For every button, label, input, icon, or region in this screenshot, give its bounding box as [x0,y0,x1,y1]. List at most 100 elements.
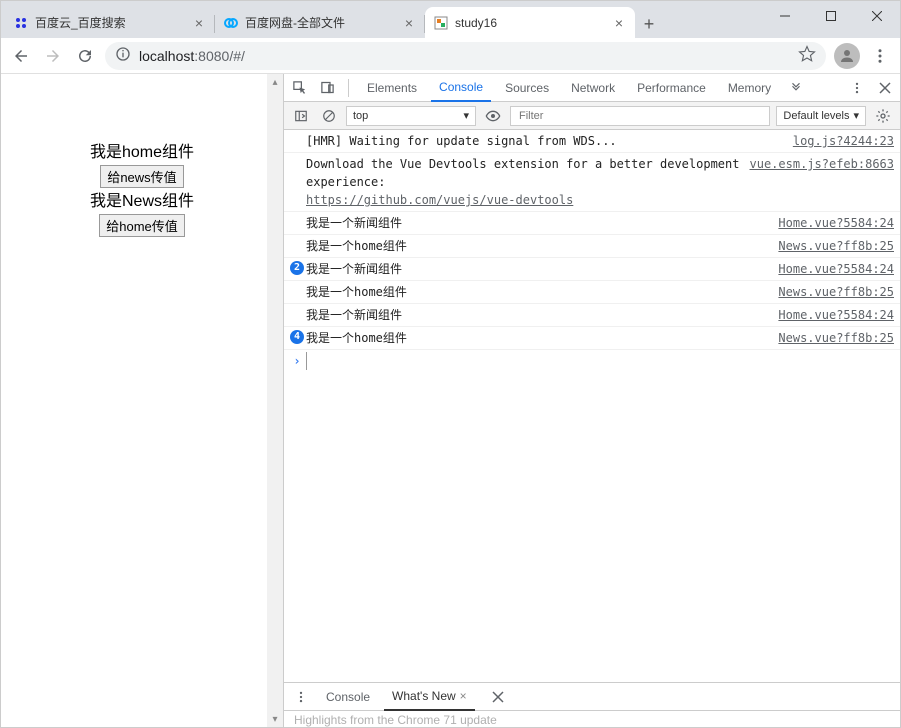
device-toolbar-icon[interactable] [316,77,338,99]
browser-tab-0[interactable]: 百度云_百度搜索 × [5,7,215,38]
filter-field[interactable] [517,109,763,123]
log-source[interactable]: vue.esm.js?efeb:8663 [740,155,895,173]
context-value: top [353,110,368,122]
devtools-panel: Elements Console Sources Network Perform… [283,74,900,727]
news-component-label: 我是News组件 [1,190,283,214]
browser-tab-1[interactable]: 百度网盘-全部文件 × [215,7,425,38]
console-filter-input[interactable] [510,106,770,126]
log-message: Download the Vue Devtools extension for … [306,155,740,209]
drawer-close-icon[interactable] [487,686,509,708]
devtools-tab-console[interactable]: Console [431,74,491,102]
send-to-news-button[interactable]: 给news传值 [100,165,183,188]
log-source[interactable]: log.js?4244:23 [783,132,894,150]
bookmark-icon[interactable] [798,45,816,66]
app-icon [433,15,449,31]
home-component-label: 我是home组件 [1,141,283,165]
console-log-row[interactable]: Download the Vue Devtools extension for … [284,153,900,212]
maximize-button[interactable] [808,1,854,31]
profile-avatar[interactable] [834,43,860,69]
console-input[interactable] [306,352,894,370]
drawer-tab-label: What's New [392,689,456,703]
tab-close-icon[interactable]: × [191,15,207,31]
console-log-row[interactable]: [HMR] Waiting for update signal from WDS… [284,130,900,153]
console-output[interactable]: [HMR] Waiting for update signal from WDS… [284,130,900,682]
context-select[interactable]: top ▾ [346,106,476,126]
drawer-menu-icon[interactable] [290,686,312,708]
console-log-row[interactable]: 2 我是一个新闻组件 Home.vue?5584:24 [284,258,900,281]
log-source[interactable]: News.vue?ff8b:25 [768,237,894,255]
send-to-home-button[interactable]: 给home传值 [99,214,185,237]
log-message: 我是一个新闻组件 [306,260,768,278]
console-log-row[interactable]: 我是一个home组件 News.vue?ff8b:25 [284,235,900,258]
console-prompt[interactable]: › [284,350,900,372]
drawer-tab-close-icon[interactable]: × [460,689,467,703]
site-info-icon[interactable] [115,46,131,65]
log-message: 我是一个新闻组件 [306,214,768,232]
live-expression-icon[interactable] [482,105,504,127]
close-button[interactable] [854,1,900,31]
log-source[interactable]: Home.vue?5584:24 [768,306,894,324]
tab-title: study16 [455,16,605,30]
prompt-icon: › [288,354,306,368]
devtools-tab-elements[interactable]: Elements [359,74,425,102]
new-tab-button[interactable]: + [635,10,663,38]
more-tabs-icon[interactable] [785,77,807,99]
tab-close-icon[interactable]: × [401,15,417,31]
log-source[interactable]: Home.vue?5584:24 [768,260,894,278]
repeat-badge: 4 [290,330,304,344]
console-log-row[interactable]: 我是一个home组件 News.vue?ff8b:25 [284,281,900,304]
console-log-row[interactable]: 我是一个新闻组件 Home.vue?5584:24 [284,304,900,327]
log-level-value: Default levels [783,110,849,122]
drawer-tab-console[interactable]: Console [318,683,378,711]
content-split: 我是home组件 给news传值 我是News组件 给home传值 ▴ ▾ [1,74,900,727]
devtools-drawer: Console What's New × Highlights from the… [284,682,900,727]
log-source[interactable]: News.vue?ff8b:25 [768,283,894,301]
window-controls [762,1,900,31]
devtools-tab-sources[interactable]: Sources [497,74,557,102]
log-message: 我是一个新闻组件 [306,306,768,324]
log-message: 我是一个home组件 [306,283,768,301]
clear-console-icon[interactable] [318,105,340,127]
devtools-tabs: Elements Console Sources Network Perform… [284,74,900,102]
devtools-tab-memory[interactable]: Memory [720,74,779,102]
scroll-track[interactable] [267,90,283,711]
devtools-tab-performance[interactable]: Performance [629,74,714,102]
repeat-badge: 2 [290,261,304,275]
scroll-down-icon[interactable]: ▾ [267,711,283,727]
scroll-up-icon[interactable]: ▴ [267,74,283,90]
reload-button[interactable] [73,44,97,68]
console-sidebar-toggle-icon[interactable] [290,105,312,127]
browser-toolbar: localhost:8080/#/ [1,38,900,74]
console-log-row[interactable]: 4 我是一个home组件 News.vue?ff8b:25 [284,327,900,350]
inspect-element-icon[interactable] [288,77,310,99]
forward-button[interactable] [41,44,65,68]
baidu-pan-icon [223,15,239,31]
devtools-close-icon[interactable] [874,77,896,99]
chevron-down-icon: ▾ [463,109,469,122]
tab-close-icon[interactable]: × [611,15,627,31]
devtools-link[interactable]: https://github.com/vuejs/vue-devtools [306,193,573,207]
drawer-tab-whats-new[interactable]: What's New × [384,683,475,711]
page-viewport: 我是home组件 给news传值 我是News组件 给home传值 ▴ ▾ [1,74,283,727]
browser-tab-2[interactable]: study16 × [425,7,635,38]
console-toolbar: top ▾ Default levels ▾ [284,102,900,130]
devtools-menu-icon[interactable] [846,77,868,99]
page-scrollbar[interactable]: ▴ ▾ [267,74,283,727]
log-level-select[interactable]: Default levels ▾ [776,106,866,126]
drawer-tabs: Console What's New × [284,683,900,711]
drawer-body: Highlights from the Chrome 71 update [284,711,900,727]
devtools-tab-network[interactable]: Network [563,74,623,102]
log-message: 我是一个home组件 [306,237,768,255]
address-bar[interactable]: localhost:8080/#/ [105,42,826,70]
chrome-menu-button[interactable] [868,44,892,68]
chevron-down-icon: ▾ [853,109,859,122]
url-text: localhost:8080/#/ [139,48,245,64]
baidu-icon [13,15,29,31]
back-button[interactable] [9,44,33,68]
log-source[interactable]: News.vue?ff8b:25 [768,329,894,347]
page-content: 我是home组件 给news传值 我是News组件 给home传值 [1,74,283,239]
minimize-button[interactable] [762,1,808,31]
console-settings-icon[interactable] [872,105,894,127]
log-source[interactable]: Home.vue?5584:24 [768,214,894,232]
console-log-row[interactable]: 我是一个新闻组件 Home.vue?5584:24 [284,212,900,235]
